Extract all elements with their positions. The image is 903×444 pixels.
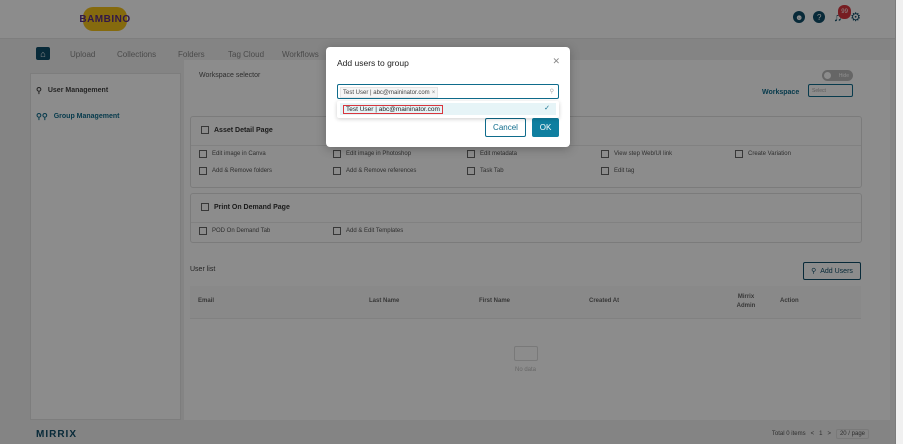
dropdown-option[interactable]: Test User | abc@maininator.com ✓ [340, 103, 556, 115]
cancel-button[interactable]: Cancel [485, 118, 526, 137]
scrollbar[interactable] [895, 0, 903, 444]
close-icon[interactable]: ✕ [552, 56, 560, 67]
check-icon: ✓ [544, 105, 550, 112]
ok-button[interactable]: OK [532, 118, 559, 137]
selected-user-tag: Test User | abc@maininator.com × [340, 87, 439, 98]
user-dropdown: Test User | abc@maininator.com ✓ [337, 101, 559, 118]
dropdown-option-label: Test User | abc@maininator.com [343, 104, 443, 114]
remove-tag-icon[interactable]: × [432, 90, 436, 96]
search-icon: ⚲ [549, 89, 554, 95]
add-users-modal: Add users to group ✕ Test User | abc@mai… [326, 47, 570, 147]
modal-title: Add users to group [337, 58, 409, 68]
user-multi-select[interactable]: Test User | abc@maininator.com × ⚲ [337, 84, 559, 99]
